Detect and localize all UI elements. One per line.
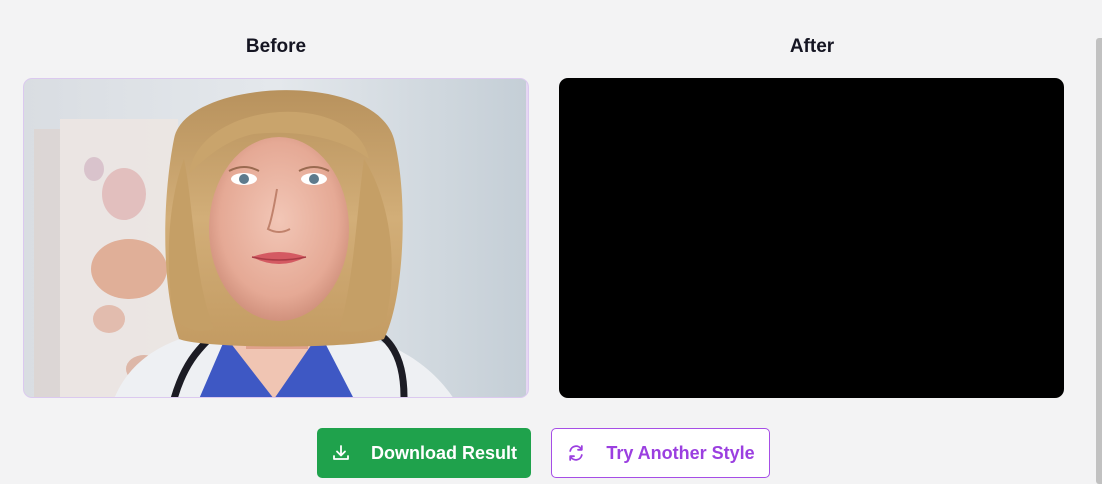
- download-result-label: Download Result: [370, 442, 517, 463]
- try-another-style-label: Try Another Style: [606, 442, 755, 463]
- refresh-icon: [566, 443, 586, 463]
- before-image: [23, 78, 529, 398]
- scrollbar-thumb[interactable]: [1096, 38, 1102, 484]
- download-result-button[interactable]: Download Result: [317, 428, 531, 478]
- scrollbar-track[interactable]: [1094, 0, 1102, 484]
- page: Before After Download Result Try Another…: [0, 0, 1102, 484]
- after-image: [559, 78, 1064, 398]
- download-icon: [331, 443, 351, 463]
- after-title: After: [789, 36, 835, 57]
- try-another-style-button[interactable]: Try Another Style: [551, 428, 770, 478]
- portrait-photo: [24, 79, 528, 397]
- before-title: Before: [245, 36, 307, 57]
